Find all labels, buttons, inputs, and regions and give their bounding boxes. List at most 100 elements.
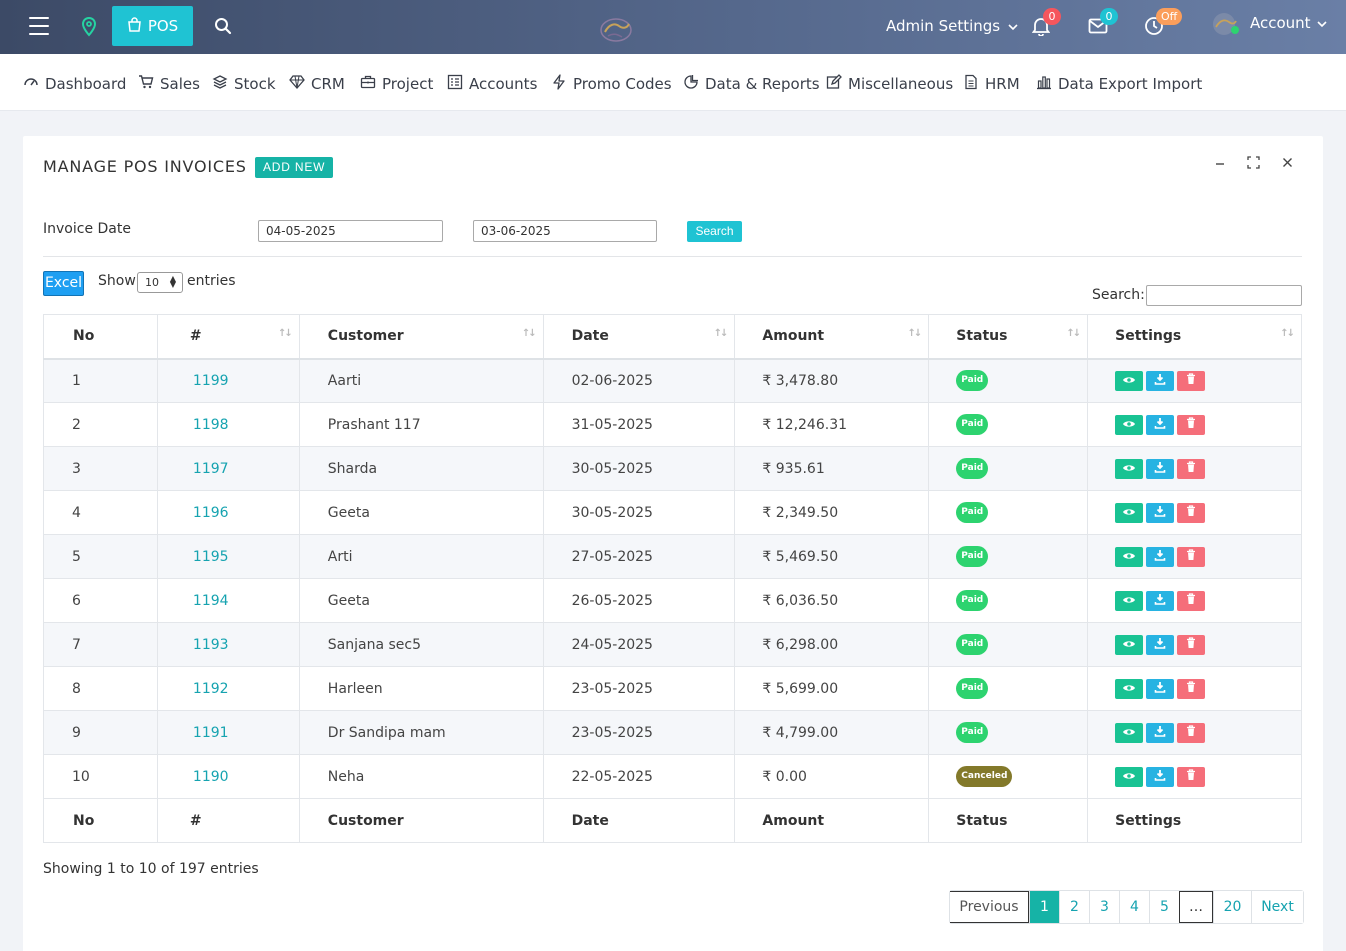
download-button[interactable] (1146, 458, 1175, 479)
download-button[interactable] (1146, 590, 1175, 611)
menu-icon[interactable] (28, 17, 50, 35)
view-button[interactable] (1115, 766, 1144, 787)
invoice-link[interactable]: 1198 (193, 417, 229, 433)
notifications-badge: 0 (1043, 8, 1061, 25)
page-4-button[interactable]: 4 (1119, 891, 1149, 923)
invoice-link[interactable]: 1196 (193, 505, 229, 521)
page-title: MANAGE POS INVOICES (43, 157, 247, 176)
search-button[interactable]: Search (687, 221, 742, 242)
download-button[interactable] (1146, 722, 1175, 743)
view-button[interactable] (1115, 634, 1144, 655)
page-1-button[interactable]: 1 (1029, 891, 1059, 923)
account-menu[interactable]: Account (1250, 12, 1327, 34)
invoice-link[interactable]: 1191 (193, 725, 229, 741)
header-status[interactable]: Status ↑↓ (928, 314, 1089, 360)
delete-button[interactable] (1177, 546, 1206, 567)
to-date-input[interactable] (473, 220, 657, 242)
entries-per-page-select[interactable]: 10 ▲ ▼ (137, 272, 183, 293)
table-search-input[interactable] (1146, 285, 1302, 306)
page-3-button[interactable]: 3 (1089, 891, 1119, 923)
invoice-link[interactable]: 1193 (193, 637, 229, 653)
header-id[interactable]: # ↑↓ (156, 314, 300, 360)
view-button[interactable] (1115, 678, 1144, 699)
diamond-icon (289, 74, 305, 94)
close-icon[interactable] (1279, 154, 1295, 170)
invoice-link[interactable]: 1192 (193, 681, 229, 697)
add-new-button[interactable]: ADD NEW (255, 157, 334, 178)
nav-item-data-reports[interactable]: Data & Reports (683, 74, 820, 94)
cell-date: 30-05-2025 (542, 490, 736, 535)
nav-item-crm[interactable]: CRM (289, 74, 345, 94)
table-row: 10 1190 Neha 22-05-2025 ₹ 0.00 Canceled (43, 754, 1302, 799)
download-button[interactable] (1146, 634, 1175, 655)
search-icon[interactable] (213, 16, 233, 36)
minimize-icon[interactable] (1212, 154, 1228, 170)
delete-button[interactable] (1177, 634, 1206, 655)
nav-item-hrm[interactable]: HRM (963, 74, 1020, 94)
invoice-link[interactable]: 1195 (193, 549, 229, 565)
cell-id: 1196 (156, 490, 300, 535)
page-2-button[interactable]: 2 (1059, 891, 1089, 923)
header-amount[interactable]: Amount ↑↓ (734, 314, 930, 360)
nav-item-stock[interactable]: Stock (212, 74, 276, 94)
download-button[interactable] (1146, 546, 1175, 567)
nav-item-sales[interactable]: Sales (138, 74, 200, 94)
download-button[interactable] (1146, 370, 1175, 391)
cell-amount: ₹ 5,699.00 (734, 666, 930, 711)
invoice-link[interactable]: 1199 (193, 373, 229, 389)
nav-item-data-export-import[interactable]: Data Export Import (1036, 74, 1202, 94)
view-button[interactable] (1115, 590, 1144, 611)
view-button[interactable] (1115, 458, 1144, 479)
download-button[interactable] (1146, 766, 1175, 787)
page-20-button[interactable]: 20 (1213, 891, 1251, 923)
view-button[interactable] (1115, 414, 1144, 435)
next-page-button[interactable]: Next (1251, 891, 1303, 923)
view-button[interactable] (1115, 722, 1144, 743)
nav-item-accounts[interactable]: Accounts (447, 74, 537, 94)
cell-customer: Geeta (298, 490, 544, 535)
pos-button[interactable]: POS (112, 6, 193, 46)
cell-no: 8 (43, 666, 158, 711)
invoice-link[interactable]: 1197 (193, 461, 229, 477)
cell-status: Paid (928, 446, 1089, 491)
admin-settings-menu[interactable]: Admin Settings (886, 14, 1018, 38)
ledger-icon (447, 74, 463, 94)
from-date-input[interactable] (258, 220, 443, 242)
header-no[interactable]: No (43, 314, 158, 360)
delete-button[interactable] (1177, 502, 1206, 523)
nav-item-project[interactable]: Project (360, 74, 433, 94)
cell-date: 24-05-2025 (542, 622, 736, 667)
expand-icon[interactable] (1245, 154, 1261, 170)
nav-item-dashboard[interactable]: Dashboard (23, 74, 126, 94)
delete-button[interactable] (1177, 370, 1206, 391)
invoice-link[interactable]: 1194 (193, 593, 229, 609)
delete-button[interactable] (1177, 414, 1206, 435)
sort-arrows-icon: ▲ ▼ (169, 274, 176, 289)
page-5-button[interactable]: 5 (1149, 891, 1179, 923)
cell-status: Paid (928, 578, 1089, 623)
delete-button[interactable] (1177, 722, 1206, 743)
header-customer[interactable]: Customer ↑↓ (298, 314, 544, 360)
download-button[interactable] (1146, 502, 1175, 523)
header-settings[interactable]: Settings ↑↓ (1087, 314, 1302, 360)
delete-button[interactable] (1177, 458, 1206, 479)
invoice-link[interactable]: 1190 (193, 769, 229, 785)
nav-item-miscellaneous[interactable]: Miscellaneous (826, 74, 953, 94)
delete-button[interactable] (1177, 766, 1206, 787)
view-button[interactable] (1115, 546, 1144, 567)
previous-page-button[interactable]: Previous (950, 891, 1029, 923)
location-pin-icon[interactable] (80, 17, 98, 37)
cell-settings (1087, 446, 1302, 491)
header-date[interactable]: Date ↑↓ (542, 314, 736, 360)
avatar[interactable] (1211, 11, 1241, 37)
delete-button[interactable] (1177, 678, 1206, 699)
download-button[interactable] (1146, 414, 1175, 435)
nav-item-promo-codes[interactable]: Promo Codes (551, 74, 672, 94)
excel-export-button[interactable]: Excel (43, 271, 84, 296)
sort-icon: ↑↓ (278, 328, 293, 339)
delete-button[interactable] (1177, 590, 1206, 611)
view-button[interactable] (1115, 370, 1144, 391)
brand-logo[interactable] (596, 14, 636, 44)
view-button[interactable] (1115, 502, 1144, 523)
download-button[interactable] (1146, 678, 1175, 699)
